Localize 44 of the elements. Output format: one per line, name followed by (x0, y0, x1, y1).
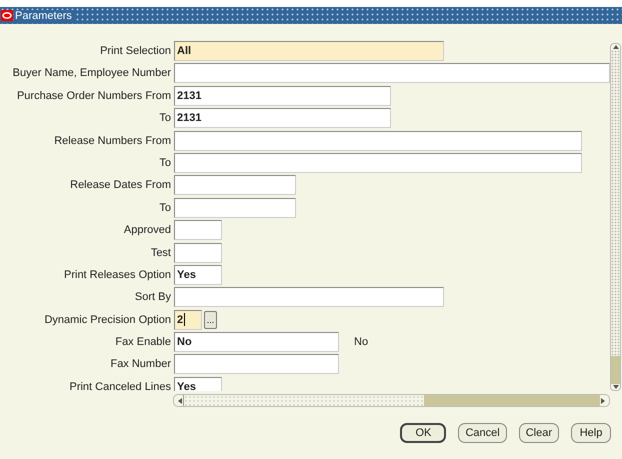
input-field[interactable] (174, 287, 444, 308)
input-field[interactable]: 2131 (174, 108, 391, 128)
input-field[interactable]: Yes (174, 376, 222, 391)
dialog-button[interactable]: Cancel (458, 423, 507, 443)
vertical-scrollbar[interactable] (610, 43, 621, 391)
field-label: Test (150, 246, 172, 259)
input-field[interactable]: 2131 (174, 86, 391, 106)
field-label: Fax Enable (114, 336, 172, 348)
dialog-button[interactable]: Help (571, 423, 611, 443)
input-field[interactable] (174, 242, 222, 263)
field-label: Print Canceled Lines (68, 380, 172, 391)
input-field[interactable]: No (174, 332, 339, 352)
scrollbar-thumb[interactable] (424, 395, 600, 406)
dialog-button[interactable]: Clear (518, 423, 559, 443)
field-label: To (158, 112, 172, 124)
field-label: Sort By (134, 291, 172, 304)
list-of-values-button[interactable]: ... (204, 310, 217, 329)
input-field[interactable] (174, 175, 296, 196)
input-field[interactable]: All (174, 41, 444, 61)
scrollbar-thumb[interactable] (611, 356, 620, 384)
field-description: No (354, 336, 368, 348)
field-label: Release Numbers From (53, 134, 172, 147)
window-title: Parameters (15, 10, 76, 22)
app-logo-icon (1, 10, 13, 21)
field-label: Dynamic Precision Option (43, 314, 172, 326)
input-field[interactable] (174, 152, 582, 173)
field-label: To (158, 156, 172, 169)
input-field[interactable]: Yes (174, 264, 222, 285)
input-field[interactable]: 2 (174, 310, 202, 330)
field-label: Buyer Name, Employee Number (12, 67, 172, 80)
field-label: Print Releases Option (63, 268, 172, 281)
horizontal-scrollbar[interactable] (173, 394, 610, 407)
field-label: To (158, 202, 172, 214)
field-label: Fax Number (109, 358, 172, 370)
dialog-button[interactable]: OK (400, 423, 446, 443)
field-label: Release Dates From (69, 179, 172, 192)
input-field[interactable] (174, 198, 296, 218)
input-field[interactable] (174, 63, 610, 84)
field-label: Purchase Order Numbers From (16, 90, 172, 102)
input-field[interactable] (174, 220, 222, 240)
field-label: Print Selection (99, 45, 172, 57)
input-field[interactable] (174, 354, 339, 374)
input-field[interactable] (174, 130, 582, 151)
field-label: Approved (122, 224, 172, 236)
